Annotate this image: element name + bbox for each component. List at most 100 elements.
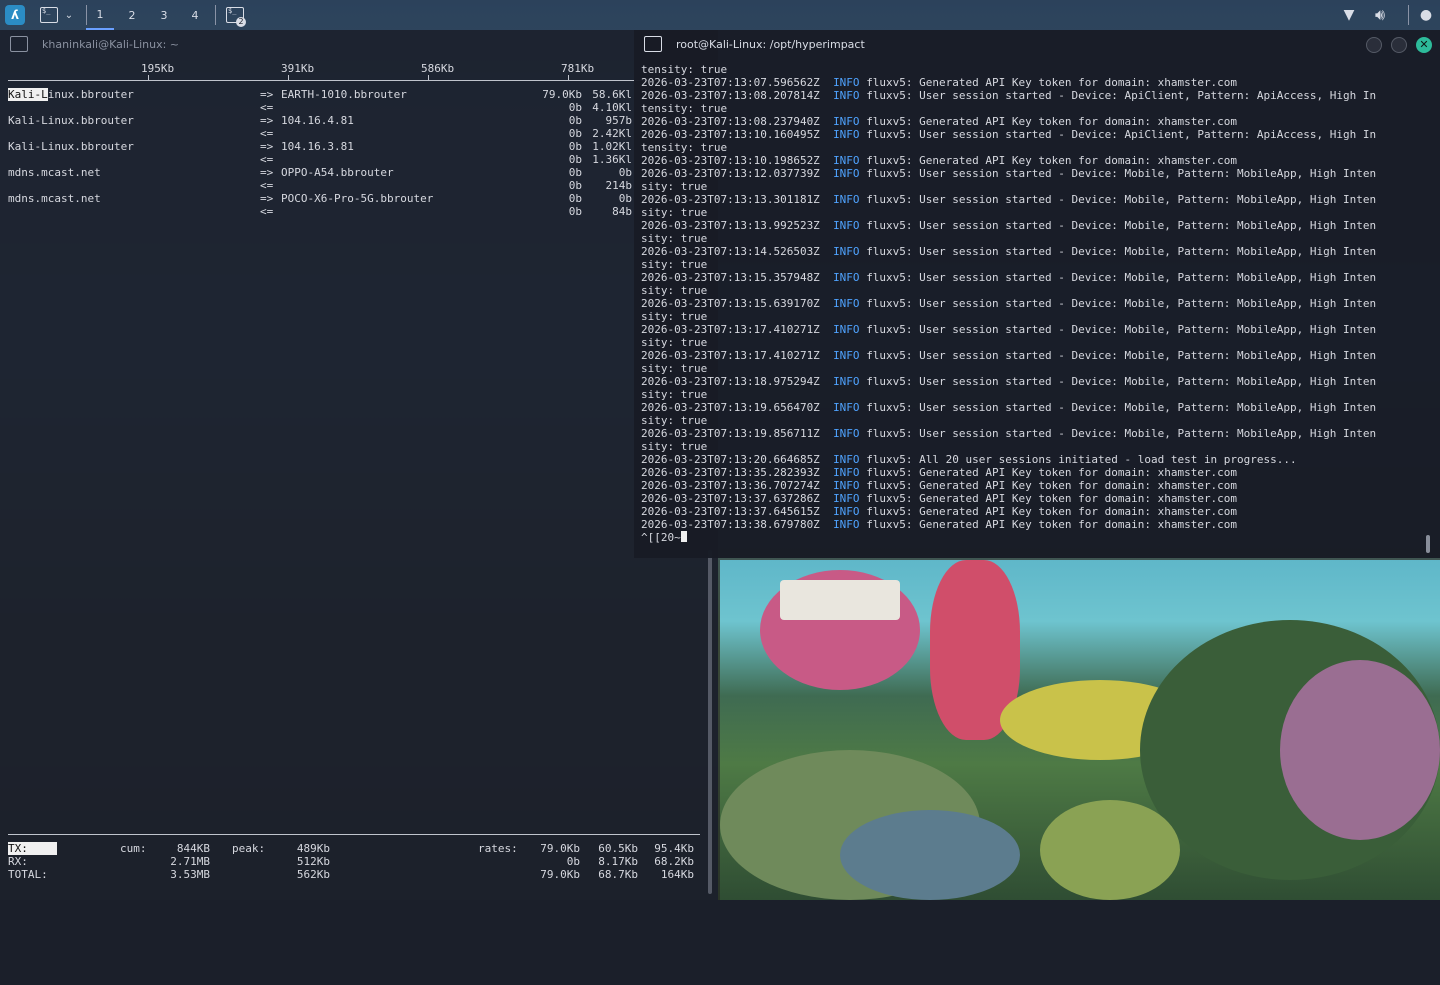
scrollbar[interactable] (708, 550, 712, 894)
log-line: 2026-03-23T07:13:07.596562Z INFO fluxv5:… (641, 76, 1433, 89)
window-title: khaninkali@Kali-Linux: ~ (42, 37, 180, 51)
totals-label: TX: (8, 842, 57, 855)
log-message: fluxv5: User session started - Device: M… (866, 167, 1377, 180)
flow-rate: 214b (605, 179, 633, 192)
window-title: root@Kali-Linux: /opt/hyperimpact (676, 37, 865, 51)
log-line: 2026-03-23T07:13:14.526503Z INFO fluxv5:… (641, 245, 1433, 258)
log-line: sity: true (641, 232, 1433, 245)
prompt-line[interactable]: ^[[20~ (641, 531, 1433, 544)
flow-rate: 0b (568, 153, 582, 166)
log-message: tensity: true (641, 141, 728, 154)
totals-panel: TX: cum: 844KB peak: 489Kb rates: 79.0Kb… (8, 842, 708, 881)
peak-value: 512Kb (296, 855, 330, 868)
volume-icon[interactable]: 🔊︎ (1368, 0, 1392, 30)
maximize-button[interactable] (1391, 37, 1407, 53)
log-level: INFO (833, 453, 860, 466)
terminal-window-iftop[interactable]: khaninkali@Kali-Linux: ~ 195Kb 391Kb 586… (0, 30, 718, 900)
workspace-2[interactable]: 2 (118, 0, 146, 30)
rates-label: rates: (478, 842, 518, 855)
cum-value: 2.71MB (170, 855, 210, 868)
workspace-3[interactable]: 3 (150, 0, 178, 30)
kali-menu-button[interactable]: ʎ (2, 0, 28, 30)
peak-value: 489Kb (296, 842, 330, 855)
minimize-button[interactable] (1366, 37, 1382, 53)
log-message: fluxv5: User session started - Device: A… (866, 128, 1377, 141)
peak-label: peak: (232, 842, 266, 855)
log-line: sity: true (641, 284, 1433, 297)
log-level: INFO (833, 375, 860, 388)
app-icon[interactable]: ● (1414, 0, 1438, 30)
terminal-icon (10, 36, 28, 52)
scrollbar[interactable] (1426, 535, 1430, 553)
log-message: sity: true (641, 232, 708, 245)
log-timestamp: 2026-03-23T07:13:37.645615Z (641, 505, 820, 518)
flow-rate: 0b (568, 205, 582, 218)
flow-rate: 79.0Kb (542, 88, 582, 101)
workspace-1[interactable]: 1 (86, 0, 114, 30)
log-timestamp: 2026-03-23T07:13:38.679780Z (641, 518, 820, 531)
flow-out-arrow: => (260, 192, 274, 205)
log-level: INFO (833, 401, 860, 414)
terminal-output[interactable]: tensity: true 2026-03-23T07:13:07.596562Z… (641, 63, 1433, 544)
totals-separator (8, 834, 700, 835)
log-timestamp: 2026-03-23T07:13:36.707274Z (641, 479, 820, 492)
top-panel: ʎ ⌄ 1 2 3 4 2 ▼ 🔊︎ ● (0, 0, 1440, 30)
log-message: sity: true (641, 310, 708, 323)
flow-rate: 0b (568, 192, 582, 205)
log-line: tensity: true (641, 63, 1433, 76)
flow-rate: 0b (618, 166, 632, 179)
scale-notch (568, 75, 569, 81)
log-level: INFO (833, 245, 860, 258)
window-titlebar[interactable]: root@Kali-Linux: /opt/hyperimpact (634, 30, 1440, 58)
log-message: sity: true (641, 284, 708, 297)
flow-rate: 1.02Kl (592, 140, 632, 153)
log-level: INFO (833, 89, 860, 102)
rate-value: 0b (566, 855, 580, 868)
flow-list: Kali-Linux.bbrouter => EARTH-1010.bbrout… (8, 88, 708, 218)
totals-row-tx: TX: cum: 844KB peak: 489Kb rates: 79.0Kb… (8, 842, 708, 855)
terminal-window-hyperimpact[interactable]: root@Kali-Linux: /opt/hyperimpact ✕ tens… (634, 30, 1440, 558)
flow-rate: 0b (568, 166, 582, 179)
log-message: fluxv5: User session started - Device: A… (866, 89, 1377, 102)
flow-source-text: inux.bbrouter (47, 88, 134, 101)
flow-rate: 2.42Kl (592, 127, 632, 140)
window-count-badge: 2 (236, 17, 246, 27)
flow-rate: 4.10Kl (592, 101, 632, 114)
log-level: INFO (833, 518, 860, 531)
log-line: sity: true (641, 440, 1433, 453)
log-line: 2026-03-23T07:13:08.207814Z INFO fluxv5:… (641, 89, 1433, 102)
flow-out-arrow: => (260, 166, 274, 179)
log-line: 2026-03-23T07:13:20.664685Z INFO fluxv5:… (641, 453, 1433, 466)
scale-notch (288, 75, 289, 81)
network-icon[interactable]: ▼ (1338, 0, 1360, 30)
log-line: 2026-03-23T07:13:36.707274Z INFO fluxv5:… (641, 479, 1433, 492)
log-level: INFO (833, 505, 860, 518)
log-message: sity: true (641, 440, 708, 453)
log-level: INFO (833, 115, 860, 128)
log-level: INFO (833, 479, 860, 492)
log-level: INFO (833, 427, 860, 440)
workspace-4[interactable]: 4 (181, 0, 209, 30)
flow-rate: 0b (618, 192, 632, 205)
terminal-icon (40, 7, 58, 23)
scale-tick: 586Kb (421, 62, 455, 75)
bandwidth-scale: 195Kb 391Kb 586Kb 781Kb (8, 62, 698, 82)
flow-rate: 0b (568, 101, 582, 114)
log-line: 2026-03-23T07:13:35.282393Z INFO fluxv5:… (641, 466, 1433, 479)
chevron-down-icon[interactable]: ⌄ (62, 0, 76, 30)
taskbar-terminal-group[interactable]: 2 (222, 0, 248, 30)
log-message: fluxv5: Generated API Key token for doma… (866, 154, 1238, 167)
totals-label: RX: (8, 855, 28, 868)
close-button[interactable]: ✕ (1416, 37, 1432, 53)
flow-rate: 0b (568, 127, 582, 140)
log-message: fluxv5: User session started - Device: M… (866, 349, 1377, 362)
log-timestamp: 2026-03-23T07:13:19.856711Z (641, 427, 820, 440)
rate-value: 79.0Kb (540, 868, 580, 881)
terminal-launcher-button[interactable] (36, 0, 62, 30)
rate-value: 68.7Kb (598, 868, 638, 881)
log-message: tensity: true (641, 102, 728, 115)
log-message: fluxv5: Generated API Key token for doma… (866, 518, 1238, 531)
log-message: fluxv5: Generated API Key token for doma… (866, 466, 1238, 479)
log-level: INFO (833, 128, 860, 141)
window-titlebar[interactable]: khaninkali@Kali-Linux: ~ (0, 30, 718, 58)
